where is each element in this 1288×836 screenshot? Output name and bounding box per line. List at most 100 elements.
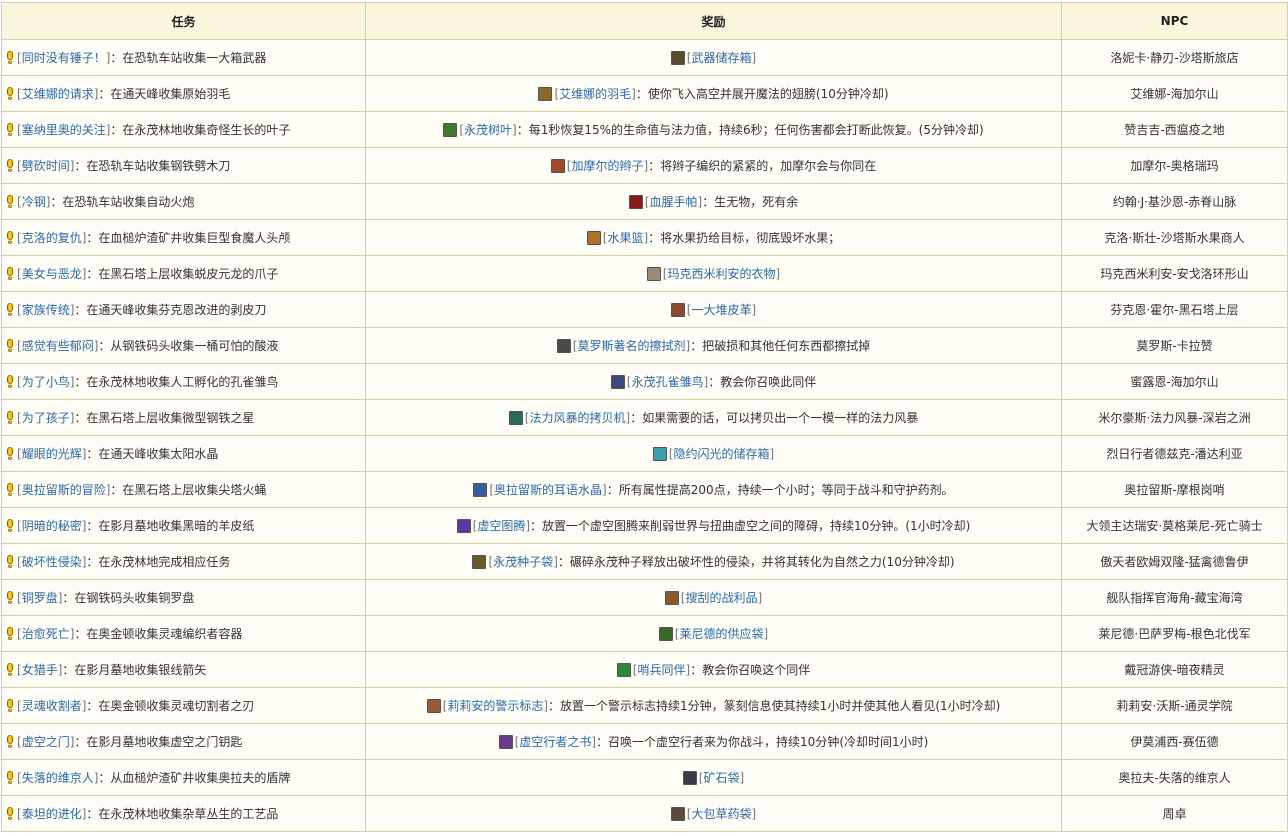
reward-item-icon[interactable] — [646, 267, 661, 281]
reward-item-link[interactable]: 水果篮 — [607, 231, 643, 245]
reward-item-link[interactable]: 加摩尔的辫子 — [571, 159, 643, 173]
reward-item-icon[interactable] — [472, 555, 487, 569]
reward-item-link[interactable]: 永茂树叶 — [464, 123, 512, 137]
reward-item-icon[interactable] — [670, 303, 685, 317]
quest-link[interactable]: 艾维娜的请求 — [22, 87, 94, 101]
reward-item-icon[interactable] — [664, 591, 679, 605]
reward-item-icon[interactable] — [443, 123, 458, 137]
reward-item-icon[interactable] — [628, 195, 643, 209]
quest-link[interactable]: 为了孩子 — [22, 411, 70, 425]
reward-item-link[interactable]: 莉莉安的警示标志 — [447, 699, 543, 713]
quest-link[interactable]: 劈砍时间 — [22, 159, 70, 173]
reward-item-link[interactable]: 一大堆皮革 — [691, 303, 751, 317]
task-wrapper: [铜罗盘]：在钢铁码头收集铜罗盘 — [6, 589, 194, 606]
reward-item-link[interactable]: 奥拉留斯的耳语水晶 — [494, 483, 602, 497]
task-cell: [铜罗盘]：在钢铁码头收集铜罗盘 — [1, 579, 366, 616]
reward-item-icon[interactable] — [670, 51, 685, 65]
reward-description: ：将辫子编织的紧紧的，加摩尔会与你同在 — [648, 159, 877, 173]
quest-link[interactable]: 耀眼的光辉 — [22, 447, 82, 461]
quest-link[interactable]: 美女与恶龙 — [22, 267, 82, 281]
reward-item-icon[interactable] — [550, 159, 565, 173]
reward-item-link[interactable]: 莱尼德的供应袋 — [679, 627, 763, 641]
reward-item-icon[interactable] — [682, 771, 697, 785]
bracket-close: ] — [751, 51, 757, 65]
quest-link[interactable]: 奥拉留斯的冒险 — [22, 483, 106, 497]
reward-item-icon[interactable] — [456, 519, 471, 533]
task-description: ：在恐轨车站收集一大箱武器 — [110, 51, 267, 65]
reward-item-link[interactable]: 法力风暴的拷贝机 — [529, 411, 625, 425]
quest-link[interactable]: 家族传统 — [22, 303, 70, 317]
task-cell: [劈砍时间]：在恐轨车站收集钢铁劈木刀 — [1, 147, 366, 184]
reward-item-icon[interactable] — [473, 483, 488, 497]
quest-link[interactable]: 虚空之门 — [22, 735, 70, 749]
task-wrapper: [破坏性侵染]：在永茂林地完成相应任务 — [6, 553, 230, 570]
reward-item-link[interactable]: 矿石袋 — [703, 771, 739, 785]
quest-link[interactable]: 失落的维京人 — [22, 771, 94, 785]
reward-item-link[interactable]: 隐约闪光的储存箱 — [673, 447, 769, 461]
quest-exclamation-icon — [6, 303, 14, 316]
quest-link[interactable]: 阴暗的秘密 — [22, 519, 82, 533]
reward-item-link[interactable]: 永茂种子袋 — [493, 555, 553, 569]
reward-description: ：把破损和其他任何东西都擦拭掉 — [690, 339, 871, 353]
quest-link[interactable]: 同时没有锤子！ — [22, 51, 106, 65]
reward-item-icon[interactable] — [508, 411, 523, 425]
quest-exclamation-icon — [6, 771, 14, 784]
task-description: ：在永茂林地完成相应任务 — [86, 555, 231, 569]
reward-item-link[interactable]: 虚空图腾 — [477, 519, 525, 533]
quest-link[interactable]: 塞纳里奥的关注 — [22, 123, 106, 137]
reward-item-icon[interactable] — [498, 735, 513, 749]
quest-link[interactable]: 泰坦的进化 — [22, 807, 82, 821]
quest-exclamation-icon — [6, 267, 14, 280]
reward-cell: [大包草药袋] — [365, 795, 1062, 832]
task-description: ：在黑石塔上层收集微型钢铁之星 — [74, 411, 255, 425]
table-row: [为了孩子]：在黑石塔上层收集微型钢铁之星 [法力风暴的拷贝机]：如果需要的话，可… — [1, 399, 1288, 436]
task-cell: [泰坦的进化]：在永茂林地收集杂草丛生的工艺品 — [1, 795, 366, 832]
task-wrapper: [奥拉留斯的冒险]：在黑石塔上层收集尖塔火蝇 — [6, 481, 266, 498]
npc-cell: 奥拉夫-失落的维京人 — [1061, 759, 1288, 796]
reward-item-link[interactable]: 永茂孔雀雏鸟 — [631, 375, 703, 389]
quest-link[interactable]: 冷钢 — [22, 195, 46, 209]
reward-description: ：如果需要的话，可以拷贝出一个一模一样的法力风暴 — [630, 411, 919, 425]
reward-item-icon[interactable] — [586, 231, 601, 245]
reward-item-link[interactable]: 玛克西米利安的衣物 — [667, 267, 775, 281]
task-description: ：在血槌炉渣矿井收集巨型食魔人头颅 — [86, 231, 291, 245]
quest-link[interactable]: 灵魂收割者 — [22, 699, 82, 713]
bracket-close: ] — [757, 591, 763, 605]
task-cell: [治愈死亡]：在奥金顿收集灵魂编织者容器 — [1, 615, 366, 652]
quest-exclamation-icon — [6, 51, 14, 64]
reward-item-icon[interactable] — [616, 663, 631, 677]
reward-description: ：将水果扔给目标，彻底毁坏水果； — [648, 231, 841, 245]
reward-item-link[interactable]: 艾维娜的羽毛 — [559, 87, 631, 101]
task-wrapper: [同时没有锤子！]：在恐轨车站收集一大箱武器 — [6, 49, 266, 66]
reward-item-icon[interactable] — [610, 375, 625, 389]
quest-exclamation-icon — [6, 123, 14, 136]
reward-item-icon[interactable] — [538, 87, 553, 101]
quest-link[interactable]: 破坏性侵染 — [22, 555, 82, 569]
reward-item-link[interactable]: 莫罗斯著名的擦拭剂 — [577, 339, 685, 353]
reward-item-link[interactable]: 哨兵同伴 — [637, 663, 685, 677]
reward-item-icon[interactable] — [556, 339, 571, 353]
reward-item-link[interactable]: 武器储存箱 — [691, 51, 751, 65]
quest-link[interactable]: 治愈死亡 — [22, 627, 70, 641]
reward-cell: [艾维娜的羽毛]：使你飞入高空并展开魔法的翅膀(10分钟冷却) — [365, 75, 1062, 112]
reward-item-icon[interactable] — [670, 807, 685, 821]
bracket-close: ] — [751, 807, 757, 821]
reward-item-link[interactable]: 血腥手帕 — [649, 195, 697, 209]
quest-link[interactable]: 克洛的复仇 — [22, 231, 82, 245]
table-row: [铜罗盘]：在钢铁码头收集铜罗盘 [搜刮的战利品] 舰队指挥官海角-藏宝海湾 — [1, 579, 1288, 616]
reward-item-icon[interactable] — [658, 627, 673, 641]
quest-link[interactable]: 感觉有些郁闷 — [22, 339, 94, 353]
quest-link[interactable]: 铜罗盘 — [22, 591, 58, 605]
npc-cell: 莉莉安·沃斯-通灵学院 — [1061, 687, 1288, 724]
quest-exclamation-icon — [6, 231, 14, 244]
reward-item-icon[interactable] — [652, 447, 667, 461]
reward-item-link[interactable]: 虚空行者之书 — [519, 735, 591, 749]
quest-exclamation-icon — [6, 627, 14, 640]
task-description: ：在通天峰收集芬克恩改进的剥皮刀 — [74, 303, 267, 317]
reward-item-link[interactable]: 大包草药袋 — [691, 807, 751, 821]
quest-link[interactable]: 女猎手 — [22, 663, 58, 677]
reward-item-link[interactable]: 搜刮的战利品 — [685, 591, 757, 605]
reward-item-icon[interactable] — [426, 699, 441, 713]
task-description: ：在影月墓地收集黑暗的羊皮纸 — [86, 519, 255, 533]
quest-link[interactable]: 为了小鸟 — [22, 375, 70, 389]
